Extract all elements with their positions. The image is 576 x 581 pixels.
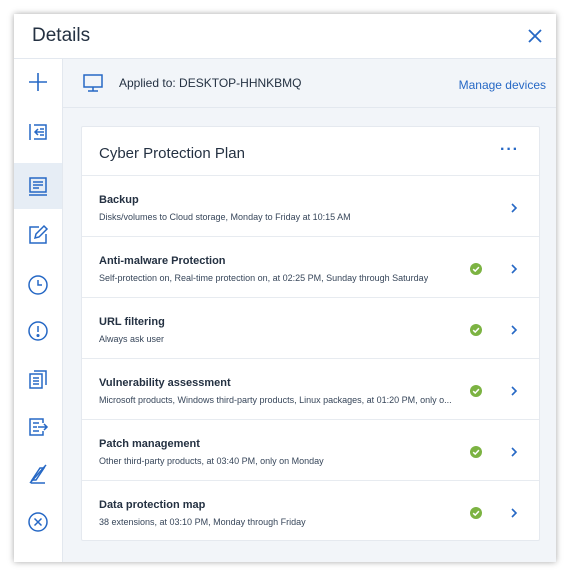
status-ok-icon [470,262,482,275]
panel-title: Details [32,25,91,46]
close-icon[interactable] [522,23,548,49]
copy-icon[interactable] [14,356,62,402]
status-ok-icon [470,323,482,336]
status-ok-icon [470,445,482,458]
manage-devices-link[interactable]: Manage devices [459,78,546,92]
delete-icon[interactable] [14,499,62,545]
details-panel: Details Applied to: DESKTOP-HHNKBMQ Mana… [14,14,556,562]
revoke-icon[interactable] [14,451,62,497]
actions-sidebar [14,59,63,562]
module-title: URL filtering [99,316,165,328]
edit-icon[interactable] [14,212,62,258]
module-description: Other third-party products, at 03:40 PM,… [99,456,324,466]
clock-icon[interactable] [14,262,62,308]
module-description: Microsoft products, Windows third-party … [99,395,452,405]
chevron-right-icon[interactable] [509,201,519,213]
applied-to-label: Applied to: DESKTOP-HHNKBMQ [119,76,302,90]
chevron-right-icon[interactable] [509,323,519,335]
panel-header: Details [14,14,556,59]
plus-icon[interactable] [14,59,62,105]
chevron-right-icon[interactable] [509,506,519,518]
chevron-right-icon[interactable] [509,445,519,457]
plan-module-row[interactable]: Anti-malware Protection Self-protection o… [82,237,539,298]
plan-module-row[interactable]: Backup Disks/volumes to Cloud storage, Mo… [82,176,539,237]
plan-module-row[interactable]: Data protection map 38 extensions, at 03:… [82,481,539,541]
details-content: Applied to: DESKTOP-HHNKBMQ Manage devic… [63,59,556,562]
module-description: Self-protection on, Real-time protection… [99,273,429,283]
monitor-icon [82,72,104,99]
plan-module-row[interactable]: URL filtering Always ask user [82,298,539,359]
plan-card-header: Cyber Protection Plan ··· [82,127,539,176]
module-title: Vulnerability assessment [99,377,231,389]
chevron-right-icon[interactable] [509,384,519,396]
module-description: 38 extensions, at 03:10 PM, Monday throu… [99,517,306,527]
more-options-button[interactable]: ··· [500,141,519,159]
module-title: Backup [99,194,139,206]
export-icon[interactable] [14,404,62,450]
module-title: Data protection map [99,499,206,511]
chevron-right-icon[interactable] [509,262,519,274]
module-description: Always ask user [99,334,165,344]
plan-module-row[interactable]: Patch management Other third-party produc… [82,420,539,481]
plan-module-row[interactable]: Vulnerability assessment Microsoft produc… [82,359,539,420]
import-icon[interactable] [14,109,62,155]
plan-title: Cyber Protection Plan [99,145,245,162]
device-bar: Applied to: DESKTOP-HHNKBMQ Manage devic… [63,59,556,108]
plan-card: Cyber Protection Plan ··· Backup Disks/vo… [81,126,540,541]
alert-icon[interactable] [14,308,62,354]
module-title: Patch management [99,438,200,450]
status-ok-icon [470,384,482,397]
plan-details-icon[interactable] [14,163,62,209]
status-ok-icon [470,506,482,519]
module-description: Disks/volumes to Cloud storage, Monday t… [99,212,351,222]
module-title: Anti-malware Protection [99,255,226,267]
